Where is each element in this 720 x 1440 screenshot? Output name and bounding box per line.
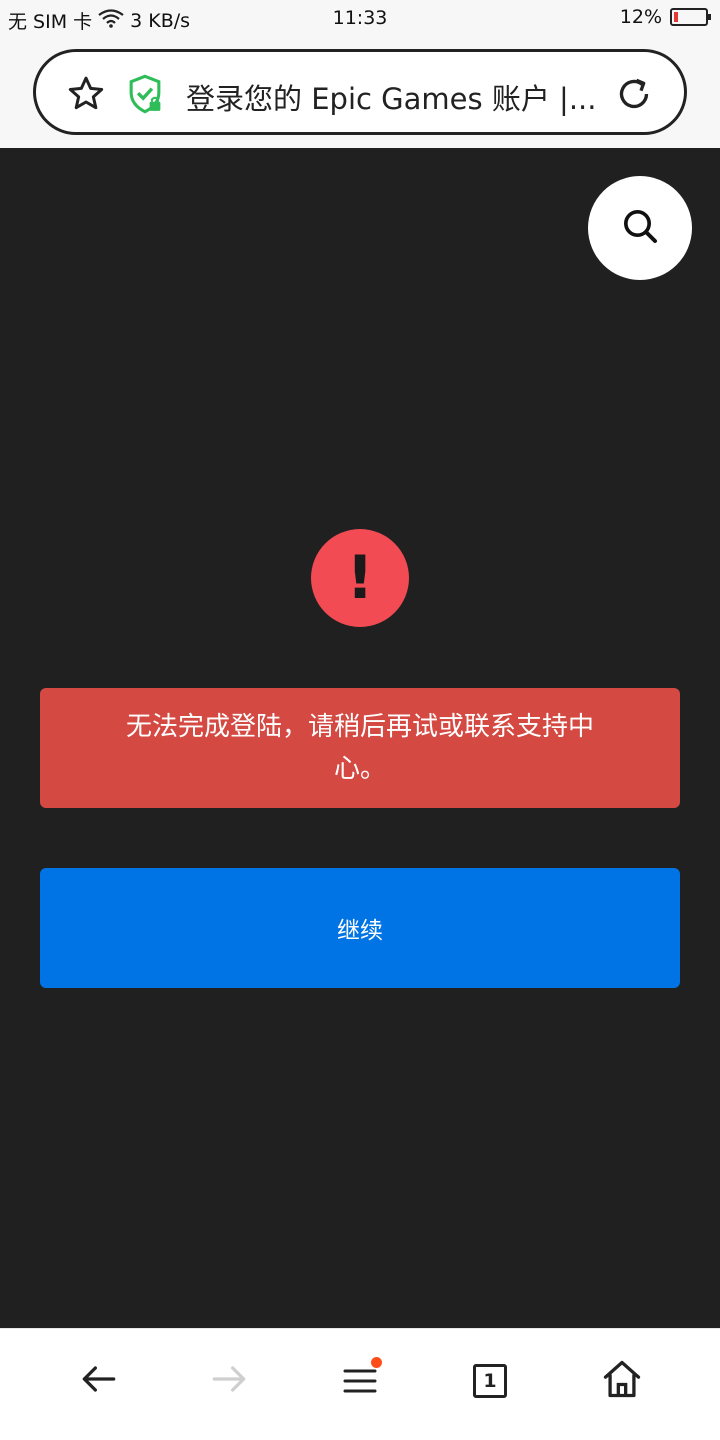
home-button[interactable]	[598, 1357, 646, 1405]
menu-icon	[340, 1357, 382, 1401]
status-right: 12%	[619, 6, 711, 28]
clock: 11:33	[332, 7, 388, 29]
search-button[interactable]	[588, 176, 692, 280]
forward-button[interactable]	[205, 1357, 253, 1405]
back-button[interactable]	[75, 1357, 123, 1405]
tabs-button[interactable]: 1	[466, 1357, 514, 1405]
alert-icon: !	[311, 529, 409, 627]
menu-button[interactable]	[336, 1357, 384, 1405]
shield-check-icon[interactable]	[126, 74, 164, 114]
reload-icon[interactable]	[614, 74, 654, 114]
star-icon[interactable]	[66, 74, 106, 114]
notification-dot	[371, 1357, 382, 1368]
continue-button[interactable]: 继续	[40, 868, 680, 988]
page-title[interactable]: 登录您的 Epic Games 账户 |...	[186, 76, 606, 118]
battery-icon	[670, 8, 711, 26]
page-content: ! 无法完成登陆，请稍后再试或联系支持中心。 继续	[0, 148, 720, 1328]
browser-toolbar: 登录您的 Epic Games 账户 |...	[0, 38, 720, 148]
search-icon	[620, 206, 660, 250]
back-icon	[77, 1357, 121, 1405]
forward-icon	[207, 1357, 251, 1405]
tabs-icon: 1	[473, 1364, 507, 1398]
battery-percent: 12%	[619, 6, 662, 28]
bottom-navigation: 1	[0, 1328, 720, 1440]
status-bar: 无 SIM 卡 3 KB/s 11:33 12%	[0, 0, 720, 38]
error-message: 无法完成登陆，请稍后再试或联系支持中心。	[40, 688, 680, 808]
home-icon	[600, 1357, 644, 1405]
alert-symbol: !	[346, 543, 374, 613]
address-bar[interactable]: 登录您的 Epic Games 账户 |...	[33, 49, 687, 135]
tabs-count: 1	[483, 1370, 497, 1392]
